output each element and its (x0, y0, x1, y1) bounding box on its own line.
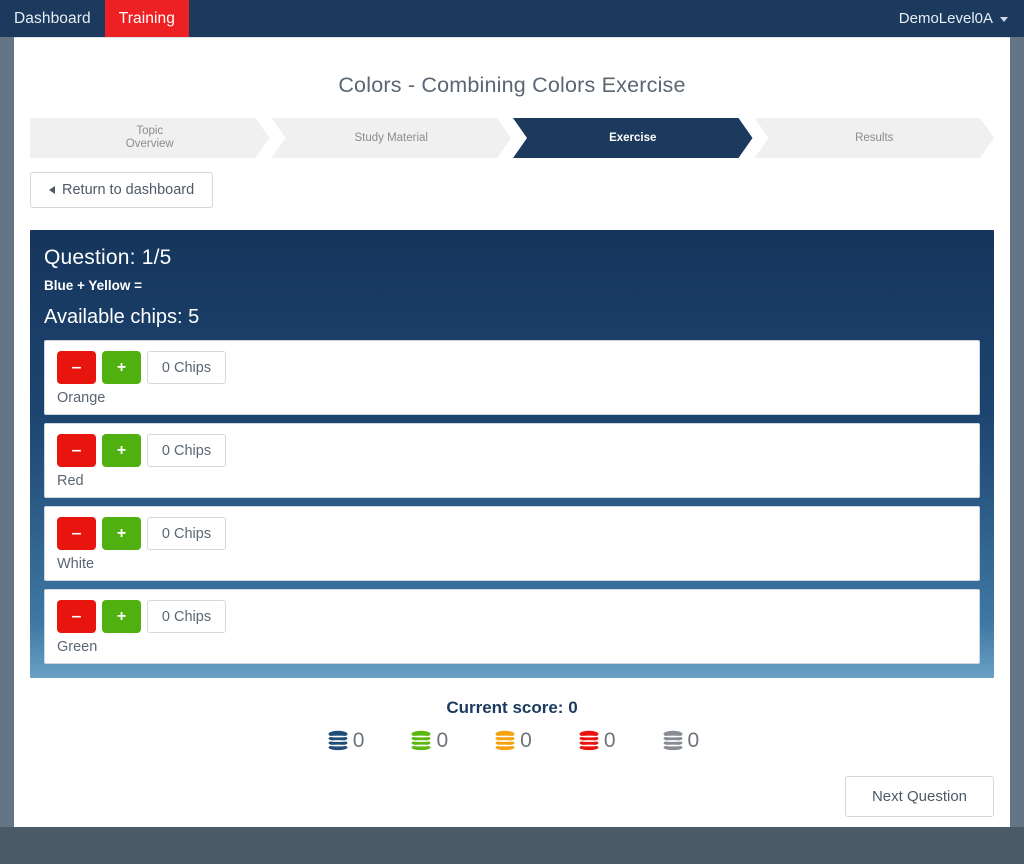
question-panel: Question: 1/5 Blue + Yellow = Available … (30, 230, 994, 678)
footer-band (0, 827, 1024, 864)
chevron-down-icon (1000, 17, 1008, 22)
step-topic-overview-label: Topic Overview (125, 125, 174, 150)
increment-button[interactable]: + (102, 351, 141, 384)
question-formula: Blue + Yellow = (44, 278, 143, 293)
chip-row: ‒ + 0 Chips White (44, 506, 980, 581)
chip-stack-icon (663, 730, 683, 751)
score-section: Current score: 0 0 0 0 0 0 (14, 698, 1010, 754)
user-menu[interactable]: DemoLevel0A (889, 0, 1024, 37)
user-menu-label: DemoLevel0A (898, 10, 993, 27)
top-navbar: Dashboard Training DemoLevel0A (0, 0, 1024, 37)
score-chip-orange: 0 (492, 728, 532, 754)
nav-item-training[interactable]: Training (104, 0, 189, 37)
next-question-row: Next Question (30, 776, 994, 817)
chip-controls: ‒ + 0 Chips (57, 351, 967, 384)
decrement-button[interactable]: ‒ (57, 600, 96, 633)
chevron-left-icon (49, 186, 55, 194)
step-study-material-label: Study Material (354, 131, 428, 144)
score-chip-grey: 0 (660, 728, 700, 754)
chip-row: ‒ + 0 Chips Red (44, 423, 980, 498)
available-chips-label: Available chips: 5 (44, 306, 200, 328)
decrement-button[interactable]: ‒ (57, 351, 96, 384)
chip-row: ‒ + 0 Chips Orange (44, 340, 980, 415)
page-title: Colors - Combining Colors Exercise (338, 73, 686, 97)
current-score-label: Current score: 0 (446, 698, 578, 717)
score-chip-green-value: 0 (436, 729, 449, 752)
chip-controls: ‒ + 0 Chips (57, 600, 967, 633)
chip-count-field[interactable]: 0 Chips (147, 351, 226, 384)
chip-stack-icon (495, 730, 515, 751)
score-chip-grey-value: 0 (687, 729, 700, 752)
progress-steps: Topic Overview Study Material Exercise R… (30, 118, 994, 158)
score-chip-orange-value: 0 (520, 729, 532, 752)
chip-stack-icon (328, 730, 348, 751)
step-exercise-label: Exercise (609, 131, 657, 144)
score-chip-list: 0 0 0 0 0 (14, 728, 1010, 754)
chip-color-label: Green (57, 639, 98, 655)
chip-count-field[interactable]: 0 Chips (147, 517, 226, 550)
score-chip-green: 0 (408, 728, 448, 754)
increment-button[interactable]: + (102, 434, 141, 467)
navbar-spacer (189, 0, 889, 37)
increment-button[interactable]: + (102, 600, 141, 633)
chip-row: ‒ + 0 Chips Green (44, 589, 980, 664)
score-chip-blue-value: 0 (352, 729, 365, 752)
step-topic-overview[interactable]: Topic Overview (30, 118, 270, 158)
main-content: Colors - Combining Colors Exercise Topic… (14, 37, 1010, 827)
nav-item-dashboard-label: Dashboard (14, 9, 91, 27)
chip-controls: ‒ + 0 Chips (57, 434, 967, 467)
next-question-button[interactable]: Next Question (844, 776, 994, 817)
score-chip-red: 0 (576, 728, 616, 754)
step-results[interactable]: Results (755, 118, 995, 158)
chip-color-label: Red (57, 473, 84, 489)
score-chip-blue: 0 (325, 728, 365, 754)
return-to-dashboard-label: Return to dashboard (62, 182, 195, 198)
score-chip-red-value: 0 (603, 729, 616, 752)
right-frame-strip (1010, 37, 1024, 827)
nav-item-training-label: Training (118, 9, 175, 27)
nav-item-dashboard[interactable]: Dashboard (0, 0, 105, 37)
chip-color-label: Orange (57, 390, 106, 406)
decrement-button[interactable]: ‒ (57, 434, 96, 467)
chip-color-label: White (57, 556, 95, 572)
step-results-label: Results (855, 131, 894, 144)
left-frame-strip (0, 37, 14, 827)
chip-count-field[interactable]: 0 Chips (147, 600, 226, 633)
question-heading: Question: 1/5 (44, 246, 172, 269)
step-study-material[interactable]: Study Material (272, 118, 512, 158)
chip-controls: ‒ + 0 Chips (57, 517, 967, 550)
chip-stack-icon (579, 730, 599, 751)
chip-stack-icon (411, 730, 431, 751)
step-exercise[interactable]: Exercise (513, 118, 753, 158)
chip-count-field[interactable]: 0 Chips (147, 434, 226, 467)
return-to-dashboard-button[interactable]: Return to dashboard (30, 172, 214, 208)
decrement-button[interactable]: ‒ (57, 517, 96, 550)
increment-button[interactable]: + (102, 517, 141, 550)
